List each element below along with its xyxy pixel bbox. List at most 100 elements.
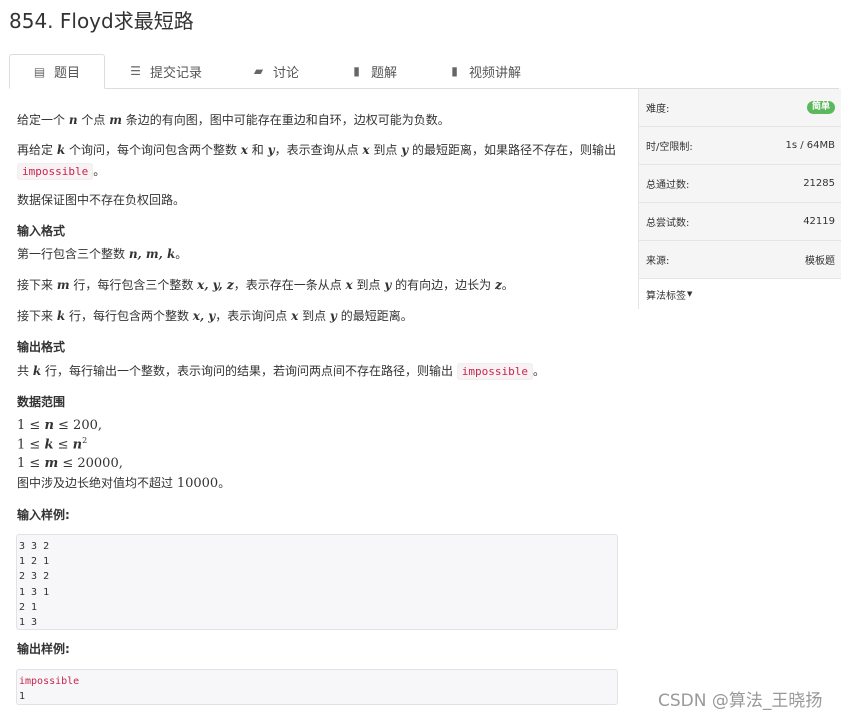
limit-value: 1s / 64MB bbox=[785, 140, 835, 151]
difficulty-badge: 简单 bbox=[806, 101, 835, 114]
text: 。 bbox=[218, 476, 231, 490]
math-var: y bbox=[267, 143, 275, 157]
tab-submissions[interactable]: ☰ 提交记录 bbox=[129, 54, 202, 88]
tab-label: 题目 bbox=[54, 66, 81, 81]
input-line-3: 接下来 k 行，每行包含两个整数 x, y，表示询问点 x 到点 y 的最短距离… bbox=[17, 307, 413, 326]
sample-input-block[interactable]: 3 3 2 1 2 1 2 3 2 1 3 1 2 1 1 3 bbox=[16, 534, 618, 630]
output-format-heading: 输出格式 bbox=[17, 340, 66, 354]
text: 。 bbox=[93, 164, 106, 178]
math-var: y bbox=[329, 309, 337, 323]
tags-label: 算法标签 bbox=[646, 290, 686, 302]
source-label: 来源: bbox=[646, 256, 670, 267]
text: 的最短距离，如果路径不存在，则输出 bbox=[408, 143, 617, 157]
text: 条边的有向图，图中可能存在重边和自环，边权可能为负数。 bbox=[121, 113, 450, 127]
text: 和 bbox=[247, 143, 268, 157]
math-var: k bbox=[56, 309, 66, 323]
text: ≤ 20000, bbox=[58, 456, 123, 471]
text: 共 bbox=[17, 364, 33, 378]
math-var: n bbox=[72, 437, 83, 453]
tab-solutions[interactable]: ▮ 题解 bbox=[350, 54, 397, 88]
text: 的有向边，边长为 bbox=[391, 278, 495, 292]
text: ≤ bbox=[53, 437, 73, 453]
sample-output-block[interactable]: impossible 1 bbox=[16, 669, 618, 705]
watermark: CSDN @算法_王晓扬 bbox=[658, 691, 823, 711]
range-line-4: 图中涉及边长绝对值均不超过 10000。 bbox=[17, 474, 230, 494]
text: 个点 bbox=[77, 113, 110, 127]
list-icon: ☰ bbox=[130, 64, 141, 78]
text: 到点 bbox=[369, 143, 402, 157]
tried-row: 总尝试数: 42119 bbox=[639, 203, 841, 241]
difficulty-label: 难度: bbox=[646, 104, 670, 115]
passed-label: 总通过数: bbox=[646, 180, 690, 191]
inline-code: impossible bbox=[17, 163, 94, 180]
text: 到点 bbox=[298, 309, 330, 323]
sample-input-heading: 输入样例: bbox=[17, 508, 70, 522]
text: 的最短距离。 bbox=[336, 309, 413, 323]
problem-info-panel: 难度: 简单 时/空限制: 1s / 64MB 总通过数: 21285 总尝试数… bbox=[638, 89, 841, 309]
text: 到点 bbox=[352, 278, 385, 292]
math-var: x, y, z bbox=[197, 278, 234, 292]
tab-bar: ▤ 题目 ☰ 提交记录 ▰ 讨论 ▮ 题解 ▮ 视频讲解 bbox=[9, 54, 839, 89]
algorithm-tags-toggle[interactable]: 算法标签 ▼ bbox=[639, 279, 841, 309]
math-var: z bbox=[494, 278, 502, 292]
inline-code: impossible bbox=[456, 363, 534, 380]
sample-line: 1 bbox=[19, 691, 26, 703]
description-line-3: 数据保证图中不存在负权回路。 bbox=[17, 193, 186, 207]
math-var: x bbox=[345, 278, 353, 292]
sample-line: 2 1 bbox=[19, 601, 38, 613]
tab-label: 视频讲解 bbox=[469, 65, 522, 81]
text: 。 bbox=[501, 278, 514, 292]
book-icon: ▮ bbox=[451, 64, 458, 78]
text: 个询问，每个询问包含两个整数 bbox=[65, 143, 241, 157]
tab-problem[interactable]: ▤ 题目 bbox=[9, 54, 105, 89]
range-heading: 数据范围 bbox=[17, 395, 66, 409]
text: 接下来 bbox=[17, 278, 57, 292]
input-format-heading: 输入格式 bbox=[17, 224, 66, 238]
input-line-1: 第一行包含三个整数 n, m, k。 bbox=[17, 245, 187, 264]
sample-line: 2 3 2 bbox=[19, 571, 50, 583]
text: 。 bbox=[175, 247, 188, 261]
description-line-2b: impossible。 bbox=[17, 162, 105, 181]
math-number: 10000 bbox=[176, 476, 219, 491]
sample-output-heading: 输出样例: bbox=[17, 642, 70, 656]
tab-label: 讨论 bbox=[273, 65, 300, 81]
difficulty-row: 难度: 简单 bbox=[639, 89, 841, 127]
math-var: k bbox=[56, 143, 66, 157]
sample-line: 1 3 bbox=[19, 617, 38, 629]
caret-down-icon: ▼ bbox=[687, 290, 693, 298]
math-var: m bbox=[44, 456, 59, 471]
sample-line: 1 2 1 bbox=[19, 556, 50, 568]
description-line-1: 给定一个 n 个点 m 条边的有向图，图中可能存在重边和自环，边权可能为负数。 bbox=[17, 111, 450, 130]
description-line-2: 再给定 k 个询问，每个询问包含两个整数 x 和 y，表示查询从点 x 到点 y… bbox=[17, 141, 616, 160]
passed-row: 总通过数: 21285 bbox=[639, 165, 841, 203]
math-var: m bbox=[109, 113, 122, 127]
limit-label: 时/空限制: bbox=[646, 142, 693, 153]
output-line-1: 共 k 行，每行输出一个整数，表示询问的结果，若询问两点间不存在路径，则输出 i… bbox=[17, 362, 545, 381]
passed-value: 21285 bbox=[803, 178, 835, 189]
page-title: 854. Floyd求最短路 bbox=[9, 9, 194, 33]
range-line-2: 1 ≤ k ≤ n2 bbox=[17, 435, 87, 455]
math-var: n bbox=[68, 113, 78, 127]
text: 1 ≤ bbox=[17, 418, 45, 433]
tab-video[interactable]: ▮ 视频讲解 bbox=[448, 54, 521, 88]
text: ，表示询问点 bbox=[215, 309, 292, 323]
math-var: k bbox=[32, 364, 42, 378]
text: 1 ≤ bbox=[17, 456, 45, 471]
text: 再给定 bbox=[17, 143, 57, 157]
sample-line: 3 3 2 bbox=[19, 541, 50, 552]
text: 行，每行包含两个整数 bbox=[65, 309, 193, 323]
text: 行，每行输出一个整数，表示询问的结果，若询问两点间不存在路径，则输出 bbox=[41, 364, 457, 378]
tried-label: 总尝试数: bbox=[646, 218, 690, 229]
book-icon: ▮ bbox=[353, 64, 360, 78]
math-var: x bbox=[240, 143, 248, 157]
text: 图中涉及边长绝对值均不超过 bbox=[17, 476, 177, 490]
tried-value: 42119 bbox=[803, 216, 835, 227]
text: 行，每行包含三个整数 bbox=[69, 278, 198, 292]
sample-line: impossible bbox=[19, 676, 80, 687]
text: 。 bbox=[533, 364, 546, 378]
text: 接下来 bbox=[17, 309, 57, 323]
range-line-1: 1 ≤ n ≤ 200, bbox=[17, 416, 102, 436]
text: ≤ 200, bbox=[53, 418, 102, 433]
tab-discussion[interactable]: ▰ 讨论 bbox=[252, 54, 299, 88]
math-var: m bbox=[56, 278, 70, 292]
